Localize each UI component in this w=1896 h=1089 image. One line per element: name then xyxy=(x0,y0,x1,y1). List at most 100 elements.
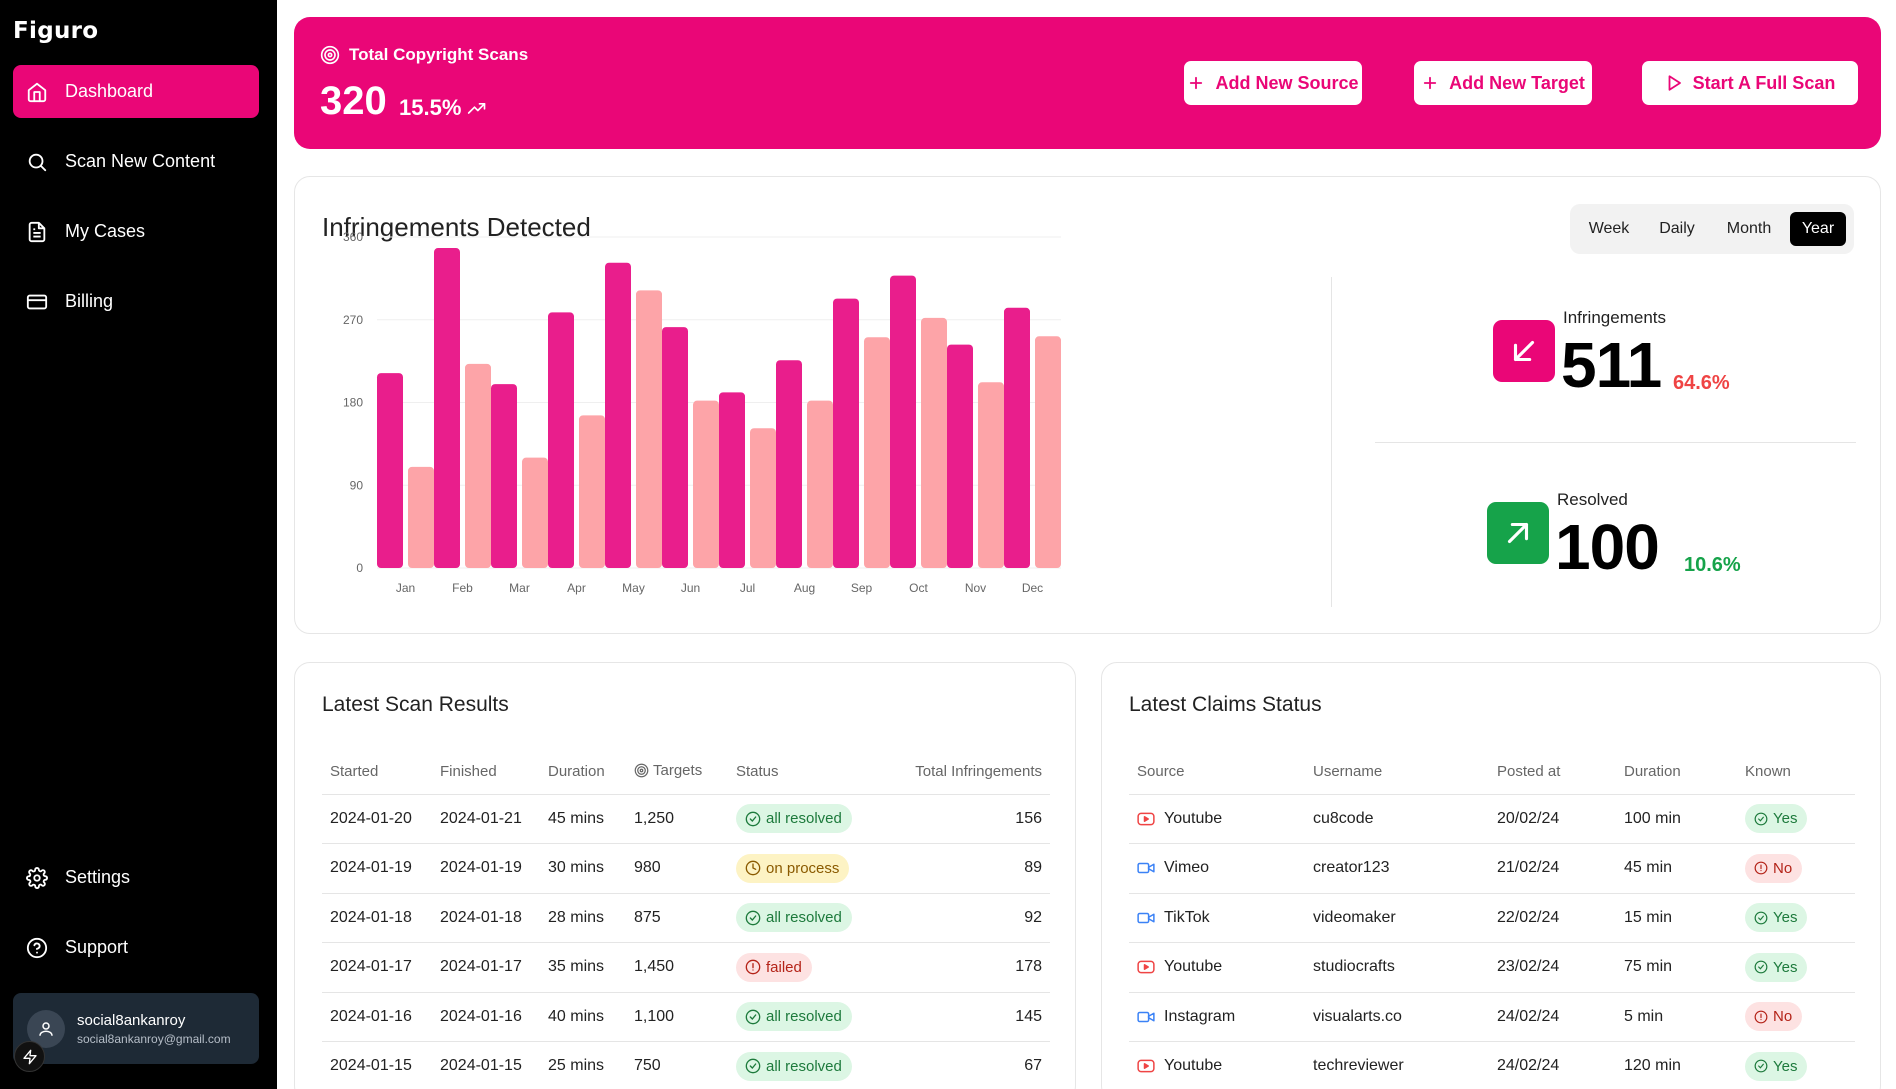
chart-bar xyxy=(662,327,688,568)
x-tick-label: May xyxy=(622,581,645,595)
claims-status-title: Latest Claims Status xyxy=(1129,693,1322,716)
column-header[interactable]: Total Infringements xyxy=(868,750,1050,795)
status-cell: all resolved xyxy=(728,794,868,844)
table-row[interactable]: TikTok videomaker 22/02/24 15 min Yes xyxy=(1129,893,1855,943)
status-badge: all resolved xyxy=(736,903,852,933)
total-infringements-cell: 92 xyxy=(868,893,1050,943)
column-header[interactable]: Finished xyxy=(432,750,540,795)
chart-bar xyxy=(579,415,605,568)
alert-circle-icon xyxy=(745,959,761,975)
duration-cell: 120 min xyxy=(1616,1041,1737,1089)
column-header[interactable]: Targets xyxy=(626,750,728,795)
total-infringements-cell: 156 xyxy=(868,794,1050,844)
source-cell: Vimeo xyxy=(1129,843,1305,894)
duration-cell: 30 mins xyxy=(540,843,626,894)
sidebar-item-scan-new-content[interactable]: Scan New Content xyxy=(13,135,259,188)
known-cell: Yes xyxy=(1737,794,1855,844)
started-cell: 2024-01-16 xyxy=(322,992,432,1042)
table-row[interactable]: Vimeo creator123 21/02/24 45 min No xyxy=(1129,843,1855,894)
latest-claims-status-card: Latest Claims Status Source Username Pos… xyxy=(1101,662,1881,1089)
x-tick-label: Mar xyxy=(509,581,530,595)
column-header[interactable]: Status xyxy=(728,750,868,795)
sidebar-item-dashboard[interactable]: Dashboard xyxy=(13,65,259,118)
period-month[interactable]: Month xyxy=(1712,212,1786,246)
duration-cell: 28 mins xyxy=(540,893,626,943)
period-week[interactable]: Week xyxy=(1576,212,1642,246)
chart-bar xyxy=(833,298,859,568)
table-row[interactable]: 2024-01-16 2024-01-16 40 mins 1,100 all reso… xyxy=(322,992,1050,1042)
period-selector: Week Daily Month Year xyxy=(1570,204,1854,254)
column-header[interactable]: Posted at xyxy=(1489,750,1616,795)
chart-bar xyxy=(978,382,1004,568)
claims-status-table: Source Username Posted at Duration Known… xyxy=(1129,750,1855,1089)
table-row[interactable]: 2024-01-15 2024-01-15 25 mins 750 all resolv… xyxy=(322,1041,1050,1089)
chart-bar xyxy=(605,262,631,568)
infringements-card: Infringements Detected Week Daily Month … xyxy=(294,176,1881,634)
duration-cell: 25 mins xyxy=(540,1041,626,1089)
sidebar-item-billing[interactable]: Billing xyxy=(13,275,259,328)
column-header[interactable]: Duration xyxy=(540,750,626,795)
chart-bar xyxy=(408,466,434,568)
username-cell: videomaker xyxy=(1305,893,1489,943)
gear-icon xyxy=(26,866,48,889)
table-row[interactable]: Youtube studiocrafts 23/02/24 75 min Yes xyxy=(1129,942,1855,993)
status-badge: on process xyxy=(736,853,850,883)
y-tick-label: 180 xyxy=(343,396,363,410)
table-row[interactable]: 2024-01-20 2024-01-21 45 mins 1,250 all reso… xyxy=(322,794,1050,844)
targets-cell: 1,450 xyxy=(626,942,728,993)
table-row[interactable]: 2024-01-18 2024-01-18 28 mins 875 all resolv… xyxy=(322,893,1050,943)
y-tick-label: 270 xyxy=(343,313,363,327)
quick-action-button[interactable] xyxy=(14,1041,45,1072)
resolved-stat-badge xyxy=(1487,502,1549,564)
chart-bar xyxy=(921,317,947,568)
app-logo: Figuro xyxy=(13,18,99,44)
column-header[interactable]: Started xyxy=(322,750,432,795)
sidebar-item-label: Settings xyxy=(65,867,131,887)
y-tick-label: 360 xyxy=(343,230,363,244)
sidebar-item-support[interactable]: Support xyxy=(13,921,259,974)
table-row[interactable]: Instagram visualarts.co 24/02/24 5 min No xyxy=(1129,992,1855,1042)
column-header[interactable]: Known xyxy=(1737,750,1855,795)
status-cell: all resolved xyxy=(728,1041,868,1089)
target-icon xyxy=(320,45,340,65)
y-tick-label: 90 xyxy=(350,478,364,492)
table-row[interactable]: Youtube cu8code 20/02/24 100 min Yes xyxy=(1129,794,1855,844)
resolved-stat-label: Resolved xyxy=(1557,490,1628,509)
period-year[interactable]: Year xyxy=(1790,212,1846,246)
column-header[interactable]: Username xyxy=(1305,750,1489,795)
video-icon xyxy=(1137,863,1155,874)
table-row[interactable]: 2024-01-19 2024-01-19 30 mins 980 on process… xyxy=(322,843,1050,894)
infringements-stat-change: 64.6% xyxy=(1673,372,1730,394)
sidebar-item-label: Billing xyxy=(65,291,114,311)
plus-icon xyxy=(1190,76,1203,90)
total-scans-change: 15.5% xyxy=(399,95,487,121)
sidebar: Figuro Dashboard Scan New Content My Cas… xyxy=(0,0,277,1089)
chart-bar xyxy=(693,400,719,568)
sidebar-item-settings[interactable]: Settings xyxy=(13,851,259,904)
resolved-stat-value: 100 xyxy=(1555,511,1660,583)
arrow-up-right-icon xyxy=(1507,522,1529,544)
column-header[interactable]: Duration xyxy=(1616,750,1737,795)
user-profile-card[interactable]: social8ankanroy social8ankanroy@gmail.co… xyxy=(13,993,259,1064)
start-full-scan-button[interactable]: Start A Full Scan xyxy=(1642,61,1858,105)
add-new-source-button[interactable]: Add New Source xyxy=(1184,61,1362,105)
sidebar-item-my-cases[interactable]: My Cases xyxy=(13,205,259,258)
status-cell: all resolved xyxy=(728,992,868,1042)
help-icon xyxy=(26,937,48,958)
infringements-stat-label: Infringements xyxy=(1563,308,1666,327)
column-header[interactable]: Source xyxy=(1129,750,1305,795)
targets-cell: 980 xyxy=(626,843,728,894)
posted-at-cell: 24/02/24 xyxy=(1489,1041,1616,1089)
duration-cell: 75 min xyxy=(1616,942,1737,993)
period-daily[interactable]: Daily xyxy=(1646,212,1708,246)
check-circle-icon xyxy=(1754,812,1768,826)
status-cell: all resolved xyxy=(728,893,868,943)
youtube-icon xyxy=(1137,960,1155,974)
video-icon xyxy=(1137,1011,1155,1022)
youtube-icon xyxy=(1137,1059,1155,1073)
video-icon xyxy=(1137,912,1155,923)
table-row[interactable]: Youtube techreviewer 24/02/24 120 min Yes xyxy=(1129,1041,1855,1089)
add-new-target-button[interactable]: Add New Target xyxy=(1414,61,1592,105)
check-circle-icon xyxy=(1754,911,1768,925)
table-row[interactable]: 2024-01-17 2024-01-17 35 mins 1,450 failed 17… xyxy=(322,942,1050,993)
